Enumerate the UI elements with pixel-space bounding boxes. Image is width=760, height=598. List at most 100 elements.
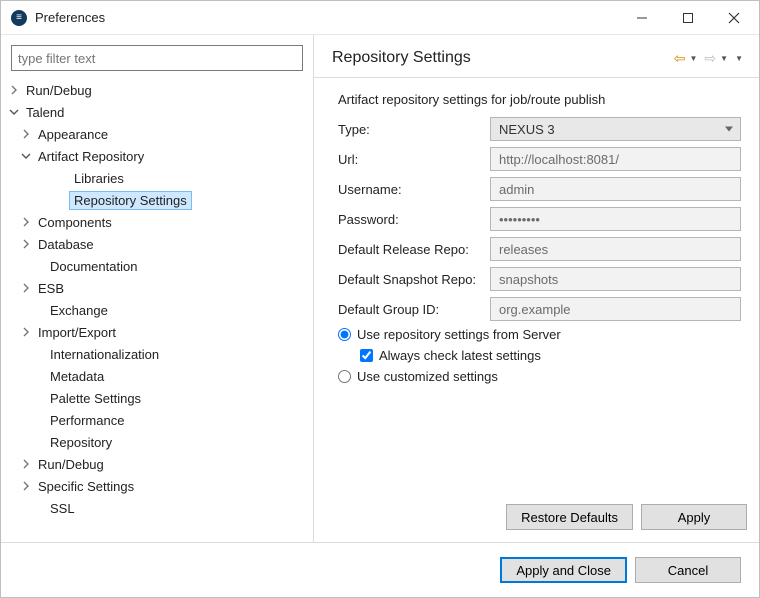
group-id-field[interactable]: [490, 297, 741, 321]
chevron-right-icon[interactable]: [19, 127, 33, 141]
close-button[interactable]: [711, 3, 757, 33]
tree-item-label: Performance: [45, 411, 129, 430]
tree-spacer: [31, 435, 45, 449]
tree-spacer: [31, 347, 45, 361]
tree-spacer: [31, 369, 45, 383]
username-label: Username:: [338, 182, 490, 197]
radio-customized[interactable]: [338, 370, 351, 383]
chevron-down-icon[interactable]: [19, 149, 33, 163]
chevron-right-icon[interactable]: [19, 281, 33, 295]
type-select[interactable]: NEXUS 3: [490, 117, 741, 141]
type-label: Type:: [338, 122, 490, 137]
tree-item-label: Metadata: [45, 367, 109, 386]
tree-item-label: Import/Export: [33, 323, 121, 342]
tree-item-label: Specific Settings: [33, 477, 139, 496]
dialog-buttons: Apply and Close Cancel: [1, 543, 759, 597]
release-repo-label: Default Release Repo:: [338, 242, 490, 257]
page-body: Artifact repository settings for job/rou…: [314, 78, 759, 498]
radio-customized-label: Use customized settings: [357, 369, 498, 384]
chevron-right-icon[interactable]: [19, 325, 33, 339]
checkbox-always-check[interactable]: [360, 349, 373, 362]
release-repo-field[interactable]: [490, 237, 741, 261]
tree-item-label: Appearance: [33, 125, 113, 144]
tree-item-label: Talend: [21, 103, 69, 122]
content-area: Run/Debug Talend Appearance Artifact Reposi…: [1, 35, 759, 543]
tree-item-label: ESB: [33, 279, 69, 298]
group-id-label: Default Group ID:: [338, 302, 490, 317]
right-panel: Repository Settings ⇦ ▼ ⇨ ▼ ▼ Artifact r…: [314, 35, 759, 542]
tree-spacer: [31, 259, 45, 273]
tree-item[interactable]: Import/Export: [1, 321, 313, 343]
password-field[interactable]: [490, 207, 741, 231]
restore-defaults-button[interactable]: Restore Defaults: [506, 504, 633, 530]
radio-from-server-label: Use repository settings from Server: [357, 327, 561, 342]
titlebar: ≡ Preferences: [1, 1, 759, 35]
nav-back-menu[interactable]: ▼: [689, 54, 702, 63]
chevron-down-icon[interactable]: [7, 105, 21, 119]
page-description: Artifact repository settings for job/rou…: [338, 92, 741, 107]
tree-item[interactable]: Run/Debug: [1, 453, 313, 475]
chevron-right-icon[interactable]: [7, 83, 21, 97]
tree-item[interactable]: Talend: [1, 101, 313, 123]
password-label: Password:: [338, 212, 490, 227]
page-footer: Restore Defaults Apply: [314, 498, 759, 542]
tree-item[interactable]: SSL: [1, 497, 313, 519]
tree-item-label: Run/Debug: [33, 455, 109, 474]
minimize-button[interactable]: [619, 3, 665, 33]
nav-forward-menu[interactable]: ▼: [719, 54, 732, 63]
preferences-tree[interactable]: Run/Debug Talend Appearance Artifact Reposi…: [1, 77, 313, 542]
tree-item[interactable]: Libraries: [1, 167, 313, 189]
url-label: Url:: [338, 152, 490, 167]
snapshot-repo-field[interactable]: [490, 267, 741, 291]
tree-item[interactable]: Repository Settings: [1, 189, 313, 211]
tree-item-label: Artifact Repository: [33, 147, 149, 166]
tree-item[interactable]: Performance: [1, 409, 313, 431]
radio-from-server[interactable]: [338, 328, 351, 341]
page-nav: ⇦ ▼ ⇨ ▼ ▼: [673, 50, 747, 67]
tree-item[interactable]: Components: [1, 211, 313, 233]
filter-input[interactable]: [11, 45, 303, 71]
preferences-dialog: ≡ Preferences Run/Debug Talend Appearance A…: [0, 0, 760, 598]
username-field[interactable]: [490, 177, 741, 201]
tree-spacer: [31, 391, 45, 405]
chevron-right-icon[interactable]: [19, 479, 33, 493]
tree-item[interactable]: Run/Debug: [1, 79, 313, 101]
tree-item-label: Repository: [45, 433, 117, 452]
tree-item[interactable]: Exchange: [1, 299, 313, 321]
tree-item[interactable]: Appearance: [1, 123, 313, 145]
left-panel: Run/Debug Talend Appearance Artifact Reposi…: [1, 35, 314, 542]
tree-item-label: Internationalization: [45, 345, 164, 364]
tree-item[interactable]: Internationalization: [1, 343, 313, 365]
tree-item[interactable]: Specific Settings: [1, 475, 313, 497]
tree-spacer: [55, 193, 69, 207]
tree-item[interactable]: Metadata: [1, 365, 313, 387]
nav-forward-icon[interactable]: ⇨: [703, 50, 717, 67]
tree-item-label: Palette Settings: [45, 389, 146, 408]
tree-item-label: Documentation: [45, 257, 142, 276]
chevron-right-icon[interactable]: [19, 237, 33, 251]
apply-and-close-button[interactable]: Apply and Close: [500, 557, 627, 583]
tree-item[interactable]: Artifact Repository: [1, 145, 313, 167]
tree-item[interactable]: Database: [1, 233, 313, 255]
tree-spacer: [31, 413, 45, 427]
page-header: Repository Settings ⇦ ▼ ⇨ ▼ ▼: [314, 35, 759, 78]
chevron-right-icon[interactable]: [19, 215, 33, 229]
chevron-right-icon[interactable]: [19, 457, 33, 471]
tree-spacer: [31, 303, 45, 317]
tree-item[interactable]: Documentation: [1, 255, 313, 277]
snapshot-repo-label: Default Snapshot Repo:: [338, 272, 490, 287]
tree-item[interactable]: ESB: [1, 277, 313, 299]
window-title: Preferences: [35, 10, 619, 25]
nav-back-icon[interactable]: ⇦: [673, 50, 687, 67]
apply-button[interactable]: Apply: [641, 504, 747, 530]
tree-item[interactable]: Repository: [1, 431, 313, 453]
tree-item-label: Exchange: [45, 301, 113, 320]
url-field[interactable]: [490, 147, 741, 171]
nav-view-menu[interactable]: ▼: [734, 54, 747, 63]
maximize-button[interactable]: [665, 3, 711, 33]
tree-spacer: [55, 171, 69, 185]
tree-item-label: Libraries: [69, 169, 129, 188]
tree-spacer: [31, 501, 45, 515]
cancel-button[interactable]: Cancel: [635, 557, 741, 583]
tree-item[interactable]: Palette Settings: [1, 387, 313, 409]
